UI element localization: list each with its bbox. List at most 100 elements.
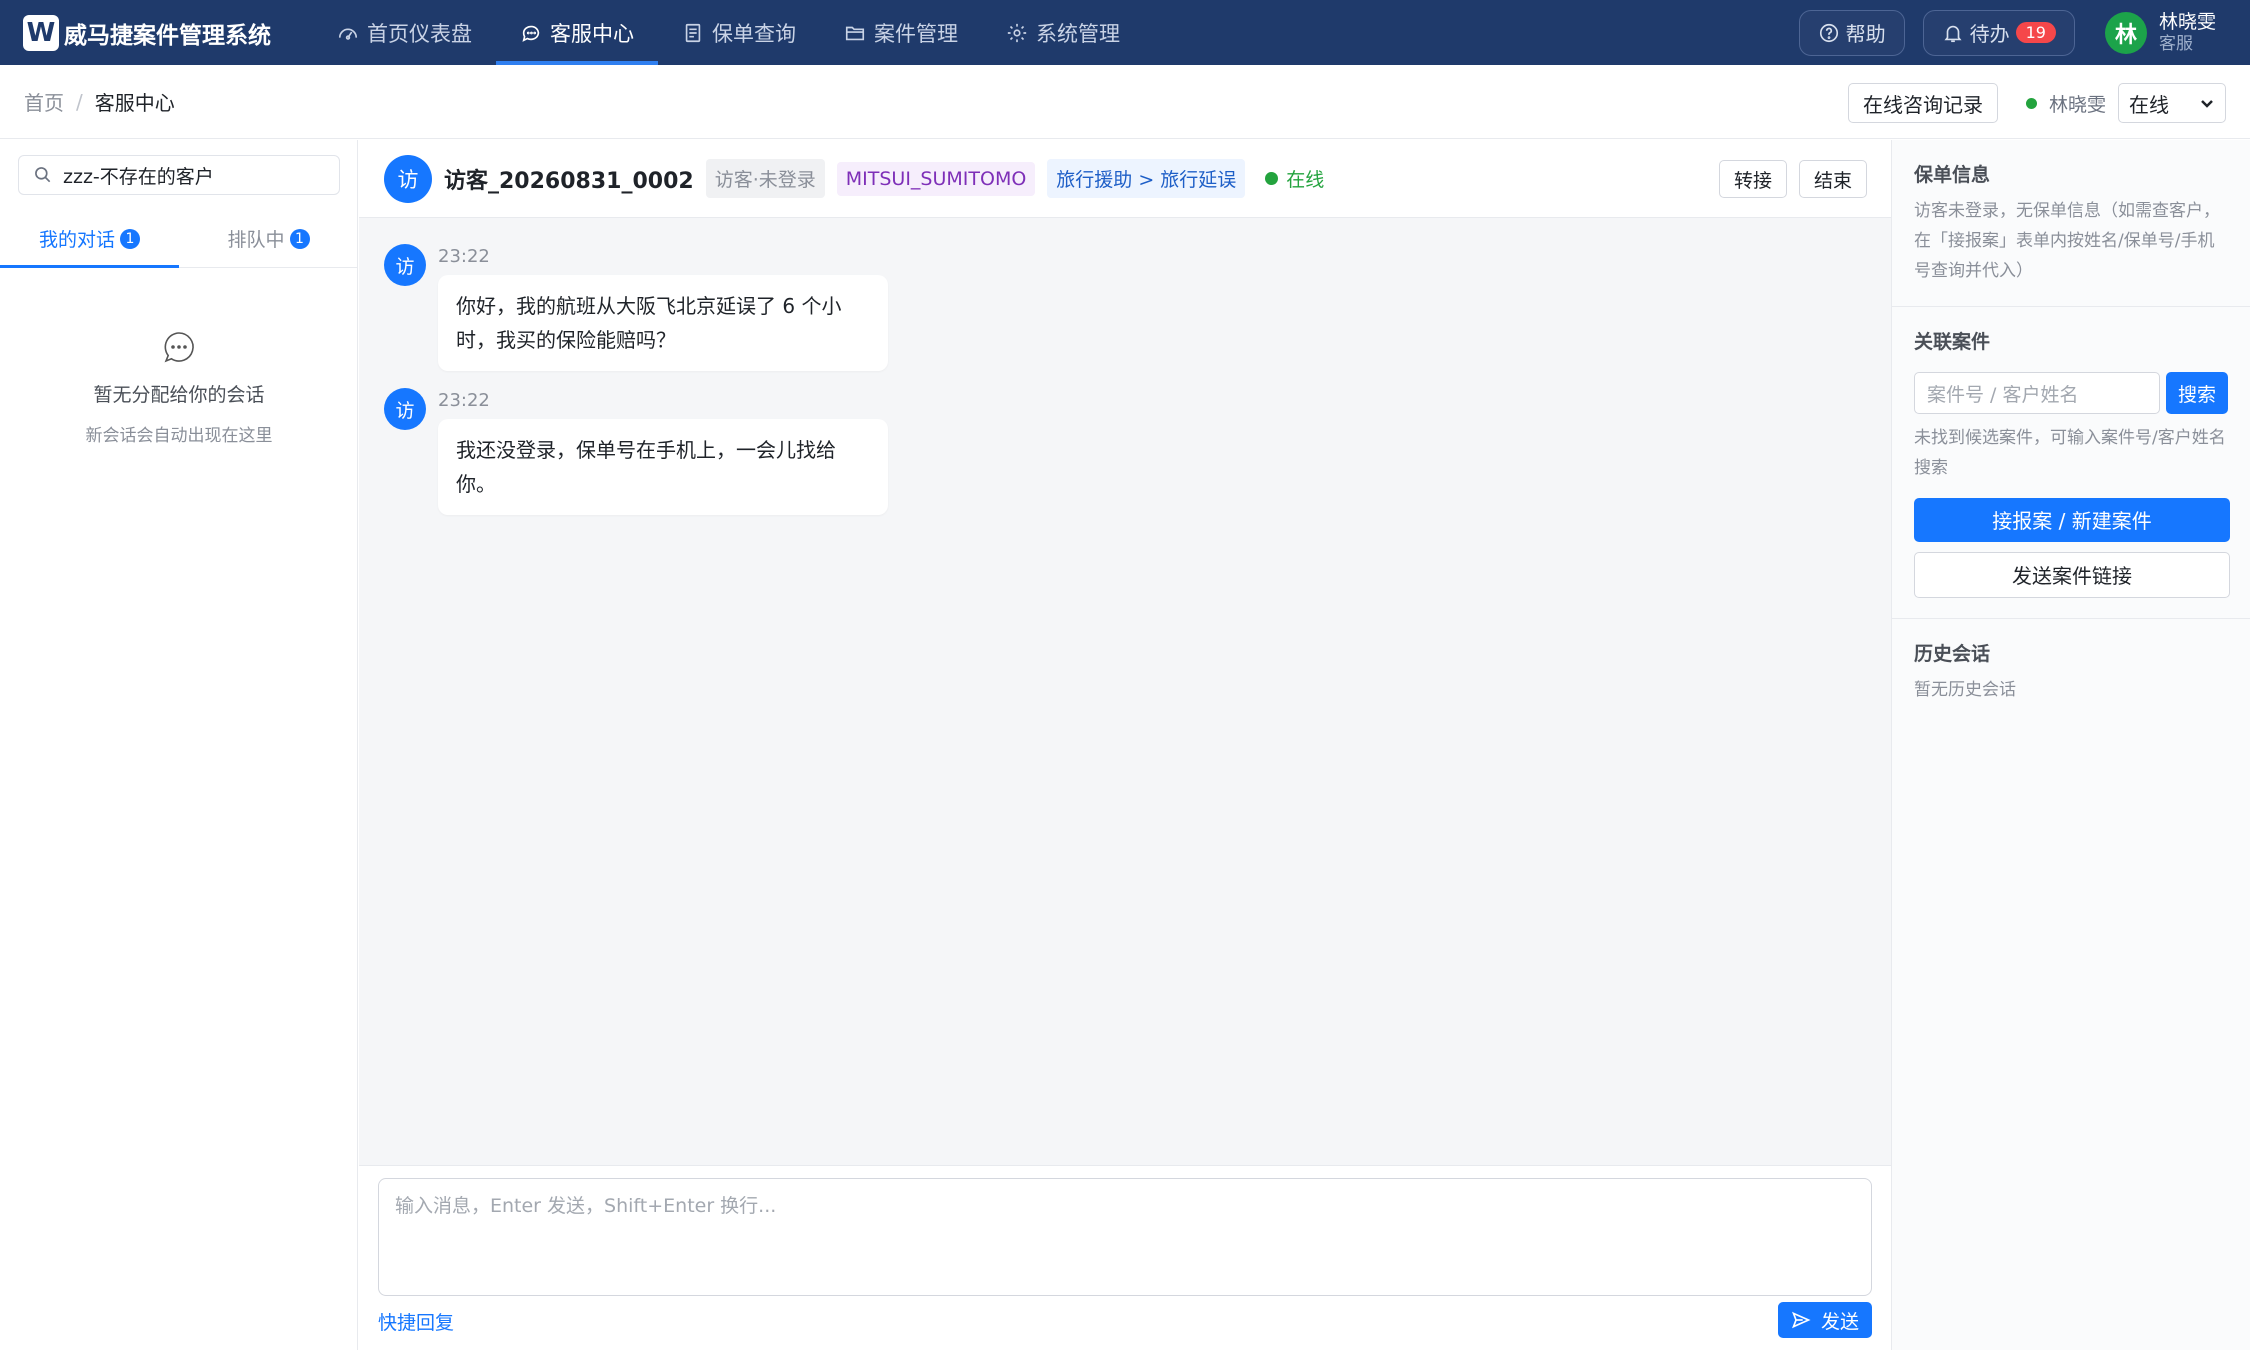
document-icon	[685, 23, 701, 42]
chat-icon	[522, 25, 540, 42]
policy-info-text: 访客未登录，无保单信息（如需查客户，在「接报案」表单内按姓名/保单号/手机号查询…	[1914, 201, 2220, 281]
nav-policy-query-label: 保单查询	[712, 21, 796, 46]
agent-name: 林晓雯	[2048, 93, 2106, 116]
message-item: 访 23:22 你好，我的航班从大阪飞北京延误了 6 个小时，我买的保险能赔吗？	[384, 244, 888, 371]
nav-customer-service[interactable]: 客服中心	[496, 0, 658, 65]
breadcrumb-bar: 首页 / 客服中心 在线咨询记录 林晓雯 在线	[0, 65, 2250, 139]
insurer-tag: MITSUI_SUMITOMO	[836, 161, 1036, 196]
tab-queue[interactable]: 排队中 1	[179, 210, 358, 267]
case-search: 案件号 / 客户姓名 搜索	[1914, 372, 2228, 415]
nav-case-management-label: 案件管理	[874, 21, 958, 46]
visitor-online-status: 在线	[1265, 165, 1324, 192]
help-icon	[1819, 23, 1838, 42]
empty-state: 暂无分配给你的会话 新会话会自动出现在这里	[0, 330, 358, 446]
message-avatar: 访	[384, 244, 426, 286]
send-label: 发送	[1820, 1310, 1859, 1333]
message-area[interactable]: 访 23:22 你好，我的航班从大阪飞北京延误了 6 个小时，我买的保险能赔吗？…	[359, 218, 1891, 1166]
login-status-tag: 访客·未登录	[705, 159, 825, 198]
breadcrumb: 首页 / 客服中心	[24, 87, 175, 116]
tab-my-conversations[interactable]: 我的对话 1	[0, 210, 179, 268]
user-avatar: 林	[2104, 11, 2147, 54]
conversation-tabs: 我的对话 1 排队中 1	[0, 210, 358, 268]
dashboard-icon	[338, 28, 358, 40]
search-value: zzz-不存在的客户	[63, 165, 214, 188]
breadcrumb-current: 客服中心	[94, 91, 175, 115]
nav-dashboard[interactable]: 首页仪表盘	[313, 0, 496, 65]
bell-icon	[1944, 25, 1962, 42]
chat-bubble-icon	[164, 332, 194, 363]
info-panel: 保单信息 访客未登录，无保单信息（如需查客户，在「接报案」表单内按姓名/保单号/…	[1891, 140, 2250, 1350]
chat-header: 访 访客_20260831_0002 访客·未登录 MITSUI_SUMITOM…	[359, 140, 1891, 218]
visitor-name: 访客_20260831_0002	[444, 168, 694, 194]
transfer-button[interactable]: 转接	[1718, 160, 1787, 198]
send-icon	[1792, 1311, 1811, 1329]
case-search-input[interactable]: 案件号 / 客户姓名	[1914, 372, 2160, 415]
nav-case-management[interactable]: 案件管理	[820, 0, 982, 65]
case-search-button[interactable]: 搜索	[2166, 372, 2228, 415]
category-tag: 旅行援助 > 旅行延误	[1047, 159, 1246, 198]
tab-my-conversations-label: 我的对话	[38, 229, 115, 251]
new-case-button[interactable]: 接报案 / 新建案件	[1914, 497, 2230, 542]
top-navbar: W 威马捷案件管理系统 首页仪表盘 客服中心 保单查询 案件管理 系统管理 帮助	[0, 0, 2250, 65]
todo-label: 待办	[1969, 22, 2010, 46]
history-section: 历史会话 暂无历史会话	[1892, 619, 2250, 726]
history-title: 历史会话	[1914, 642, 1991, 665]
message-content: 23:22 你好，我的航班从大阪飞北京延误了 6 个小时，我买的保险能赔吗？	[438, 244, 888, 371]
help-label: 帮助	[1845, 22, 1886, 46]
tab-queue-count: 1	[289, 228, 310, 249]
tab-my-conversations-count: 1	[120, 228, 140, 249]
end-chat-button[interactable]: 结束	[1798, 160, 1867, 198]
related-case-section: 关联案件 案件号 / 客户姓名 搜索 未找到候选案件，可输入案件号/客户姓名搜索…	[1892, 307, 2250, 619]
tab-queue-label: 排队中	[227, 229, 285, 251]
main-nav: 首页仪表盘 客服中心 保单查询 案件管理 系统管理	[313, 0, 1144, 65]
app-title: 威马捷案件管理系统	[64, 22, 271, 49]
nav-customer-service-label: 客服中心	[550, 21, 634, 46]
customer-search-input[interactable]: zzz-不存在的客户	[18, 155, 340, 195]
nav-system-management[interactable]: 系统管理	[982, 0, 1144, 65]
policy-info-section: 保单信息 访客未登录，无保单信息（如需查客户，在「接报案」表单内按姓名/保单号/…	[1892, 140, 2250, 308]
app-logo[interactable]: W 威马捷案件管理系统	[23, 14, 271, 51]
message-time: 23:22	[438, 246, 490, 267]
breadcrumb-home[interactable]: 首页	[24, 87, 64, 116]
online-dot-icon	[1265, 172, 1279, 185]
user-role: 客服	[2158, 33, 2193, 54]
message-avatar: 访	[384, 388, 426, 430]
user-name: 林晓雯	[2158, 10, 2216, 33]
online-dot-icon	[2025, 97, 2037, 109]
message-content: 23:22 我还没登录，保单号在手机上，一会儿找给你。	[438, 388, 888, 515]
todo-button[interactable]: 待办 19	[1922, 9, 2075, 56]
top-right-controls: 帮助 待办 19 林 林晓雯 客服	[1798, 0, 2250, 65]
message-bubble: 你好，我的航班从大阪飞北京延误了 6 个小时，我买的保险能赔吗？	[438, 275, 888, 371]
visitor-avatar: 访	[384, 154, 432, 203]
policy-info-title: 保单信息	[1914, 164, 1991, 186]
status-select-value: 在线	[2129, 92, 2169, 117]
conversation-list-panel: zzz-不存在的客户 我的对话 1 排队中 1 暂无分配给你的会话 新会话会自动…	[0, 140, 358, 1350]
agent-status: 林晓雯	[2025, 90, 2106, 117]
nav-policy-query[interactable]: 保单查询	[658, 0, 820, 65]
logo-mark: W	[23, 14, 59, 51]
send-button[interactable]: 发送	[1778, 1302, 1872, 1338]
send-case-link-button[interactable]: 发送案件链接	[1914, 551, 2230, 598]
empty-title: 暂无分配给你的会话	[93, 384, 265, 406]
folder-icon	[845, 26, 865, 40]
chevron-down-icon	[2201, 100, 2213, 108]
user-menu[interactable]: 林 林晓雯 客服	[2104, 11, 2216, 54]
status-select[interactable]: 在线	[2118, 83, 2226, 123]
case-hint: 未找到候选案件，可输入案件号/客户姓名搜索	[1914, 428, 2226, 478]
nav-dashboard-label: 首页仪表盘	[367, 21, 472, 46]
chat-panel: 访 访客_20260831_0002 访客·未登录 MITSUI_SUMITOM…	[359, 140, 1891, 1350]
quick-reply-link[interactable]: 快捷回复	[378, 1308, 454, 1335]
toolbar-right: 在线咨询记录 林晓雯 在线	[1847, 83, 2226, 123]
search-icon	[35, 167, 51, 183]
empty-subtitle: 新会话会自动出现在这里	[85, 426, 273, 446]
related-case-title: 关联案件	[1914, 331, 1991, 354]
message-input[interactable]: 输入消息，Enter 发送，Shift+Enter 换行...	[378, 1178, 1872, 1296]
nav-system-management-label: 系统管理	[1036, 21, 1120, 46]
help-button[interactable]: 帮助	[1798, 9, 1905, 56]
visitor-status-label: 在线	[1286, 169, 1325, 191]
todo-count-badge: 19	[2015, 22, 2056, 43]
consult-records-button[interactable]: 在线咨询记录	[1847, 83, 1998, 123]
message-time: 23:22	[438, 390, 490, 411]
user-info: 林晓雯 客服	[2159, 11, 2216, 54]
message-item: 访 23:22 我还没登录，保单号在手机上，一会儿找给你。	[384, 388, 888, 515]
